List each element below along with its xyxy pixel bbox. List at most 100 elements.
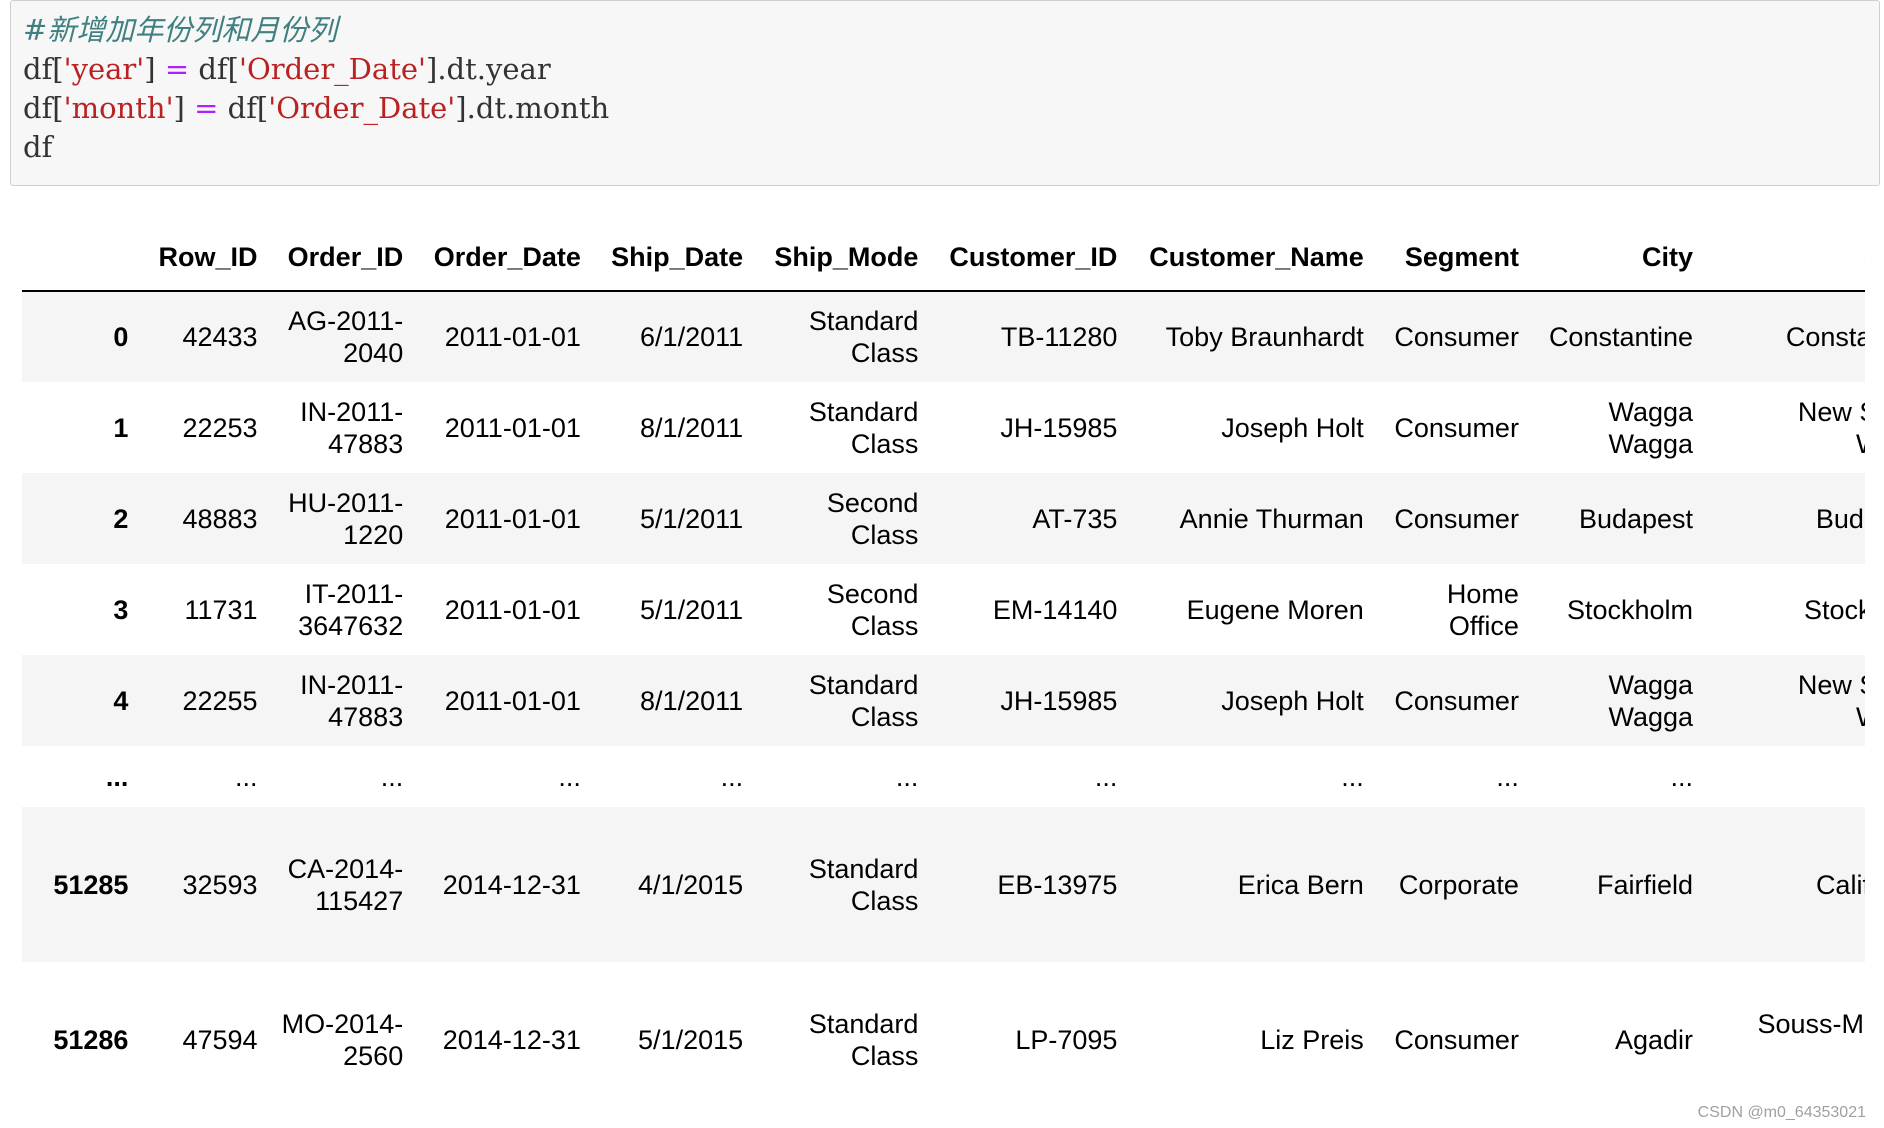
table-cell: Second Class (826, 578, 919, 641)
table-cell: HU-2011-1220 (288, 487, 404, 550)
table-cell: IT-2011-3647632 (298, 578, 404, 641)
table-cell: California (1815, 869, 1865, 900)
code-token: = (194, 91, 219, 125)
code-token: ] (173, 91, 195, 125)
code-token: 'Order_Date' (238, 52, 427, 86)
table-cell: Liz Preis (1260, 1024, 1364, 1055)
dataframe-table: Row_ID Order_ID Order_Date Ship_Date Ship_Mo… (22, 224, 1865, 1117)
table-cell: 5/1/2015 (638, 1024, 744, 1055)
column-header: Customer_ID (930, 224, 1130, 292)
table-row: 4 22255 IN-2011-47883 2011-01-01 8/1/2011 Sta… (22, 655, 1865, 746)
table-cell: IN-2011-47883 (300, 669, 404, 732)
table-cell: 2014-12-31 (442, 1024, 581, 1055)
table-cell: Consumer (1394, 322, 1519, 352)
table-cell: Standard Class (808, 306, 919, 368)
table-cell: New South Wales (1797, 396, 1865, 459)
table-cell: Standard Class (808, 853, 919, 916)
code-token: ].dt.year (426, 52, 551, 86)
table-cell: 11731 (184, 594, 258, 625)
code-token: 'month' (63, 91, 174, 125)
column-header: Segment (1375, 224, 1531, 292)
column-header: Customer_Name (1129, 224, 1376, 292)
column-header: Ship_Date (592, 224, 756, 292)
table-cell: 2011-01-01 (444, 503, 581, 534)
index-header (22, 224, 141, 292)
table-cell: 47594 (182, 1024, 258, 1055)
table-row: 1 22253 IN-2011-47883 2011-01-01 8/1/2011 Sta… (22, 382, 1865, 473)
table-cell: Stockholm (1803, 594, 1865, 625)
table-cell: 42433 (182, 322, 258, 352)
table-cell: ... (895, 761, 919, 792)
table-cell: ... (1341, 761, 1364, 792)
table-cell: 8/1/2011 (640, 412, 744, 443)
table-cell: 5/1/2011 (640, 503, 744, 534)
table-cell: Second Class (826, 487, 919, 550)
table-cell: Budapest (1578, 503, 1694, 534)
table-cell: Consumer (1394, 1024, 1519, 1055)
code-token: df[ (23, 52, 64, 86)
table-cell: Joseph Holt (1221, 412, 1364, 443)
row-index: 0 (113, 322, 129, 352)
table-cell: Stockholm (1566, 594, 1694, 625)
table-cell: Corporate (1398, 869, 1519, 900)
column-header: Ship_Mode (755, 224, 931, 292)
row-index: 2 (113, 503, 129, 534)
table-cell: Budapest (1815, 503, 1865, 534)
table-cell: ... (1705, 746, 1865, 807)
table-cell: 5/1/2011 (640, 594, 744, 625)
table-cell: JH-15985 (1000, 412, 1118, 443)
table-header-row: Row_ID Order_ID Order_Date Ship_Date Ship_Mo… (22, 224, 1865, 292)
table-cell: Standard Class (808, 1008, 919, 1071)
table-cell: 32593 (182, 869, 258, 900)
table-cell: TB-11280 (1000, 322, 1118, 352)
code-editor[interactable]: #新增加年份列和月份列 df['year'] = df['Order_Date']… (23, 11, 1879, 167)
table-cell: ... (235, 761, 258, 792)
table-cell: 4/1/2015 (638, 869, 744, 900)
table-body: 0 42433 AG-2011-2040 2011-01-01 6/1/2011 Stan… (22, 291, 1865, 1117)
row-index: 1 (113, 412, 129, 443)
code-comment: #新增加年份列和月份列 (23, 13, 338, 47)
table-cell: Eugene Moren (1186, 594, 1364, 625)
code-token: df[ (218, 91, 269, 125)
code-token: = (164, 52, 190, 86)
table-cell: New South Wales (1797, 669, 1865, 732)
table-cell: 8/1/2011 (640, 685, 744, 716)
table-cell: Consumer (1394, 412, 1519, 443)
table-cell: LP-7095 (1015, 1024, 1118, 1055)
table-cell: AG-2011-2040 (288, 306, 404, 368)
table-cell: ... (380, 761, 404, 792)
column-header: City (1530, 224, 1706, 292)
table-cell: Consumer (1394, 685, 1519, 716)
row-index: ... (105, 761, 129, 792)
table-cell: Erica Bern (1237, 869, 1364, 900)
code-cell[interactable]: #新增加年份列和月份列 df['year'] = df['Order_Date']… (10, 0, 1880, 186)
code-token: ] (144, 52, 165, 86)
watermark: CSDN @m0_64353021 (1697, 1104, 1866, 1121)
table-cell: Constantine (1785, 322, 1865, 352)
table-cell: ... (1670, 761, 1694, 792)
table-cell: Souss-Massa-Draa (1757, 1008, 1865, 1039)
code-token: ].dt.month (455, 91, 610, 125)
row-index: 51286 (53, 1024, 129, 1055)
table-cell: JH-15985 (1000, 685, 1118, 716)
table-cell: Toby Braunhardt (1165, 322, 1364, 352)
table-cell: AT-735 (1032, 503, 1118, 534)
table-row: ................................. (22, 746, 1865, 807)
code-line: df['year'] = df['Order_Date'].dt.year (23, 50, 1879, 89)
row-index: 51285 (53, 869, 129, 900)
row-index: 4 (113, 685, 129, 716)
table-cell: Joseph Holt (1221, 685, 1364, 716)
table-cell: Annie Thurman (1179, 503, 1364, 534)
row-index: 3 (113, 594, 129, 625)
table-cell: Consumer (1394, 503, 1519, 534)
column-header: Order_Date (415, 224, 593, 292)
table-cell: 2011-01-01 (444, 594, 581, 625)
table-cell: 22255 (182, 685, 258, 716)
table-cell: Standard Class (808, 396, 919, 459)
table-cell: Wagga Wagga (1608, 396, 1694, 459)
table-cell: 2011-01-01 (444, 412, 581, 443)
table-cell: EM-14140 (992, 594, 1118, 625)
code-line: df['month'] = df['Order_Date'].dt.month (23, 89, 1879, 128)
code-token: df[ (23, 91, 64, 125)
code-token: 'year' (63, 52, 145, 86)
